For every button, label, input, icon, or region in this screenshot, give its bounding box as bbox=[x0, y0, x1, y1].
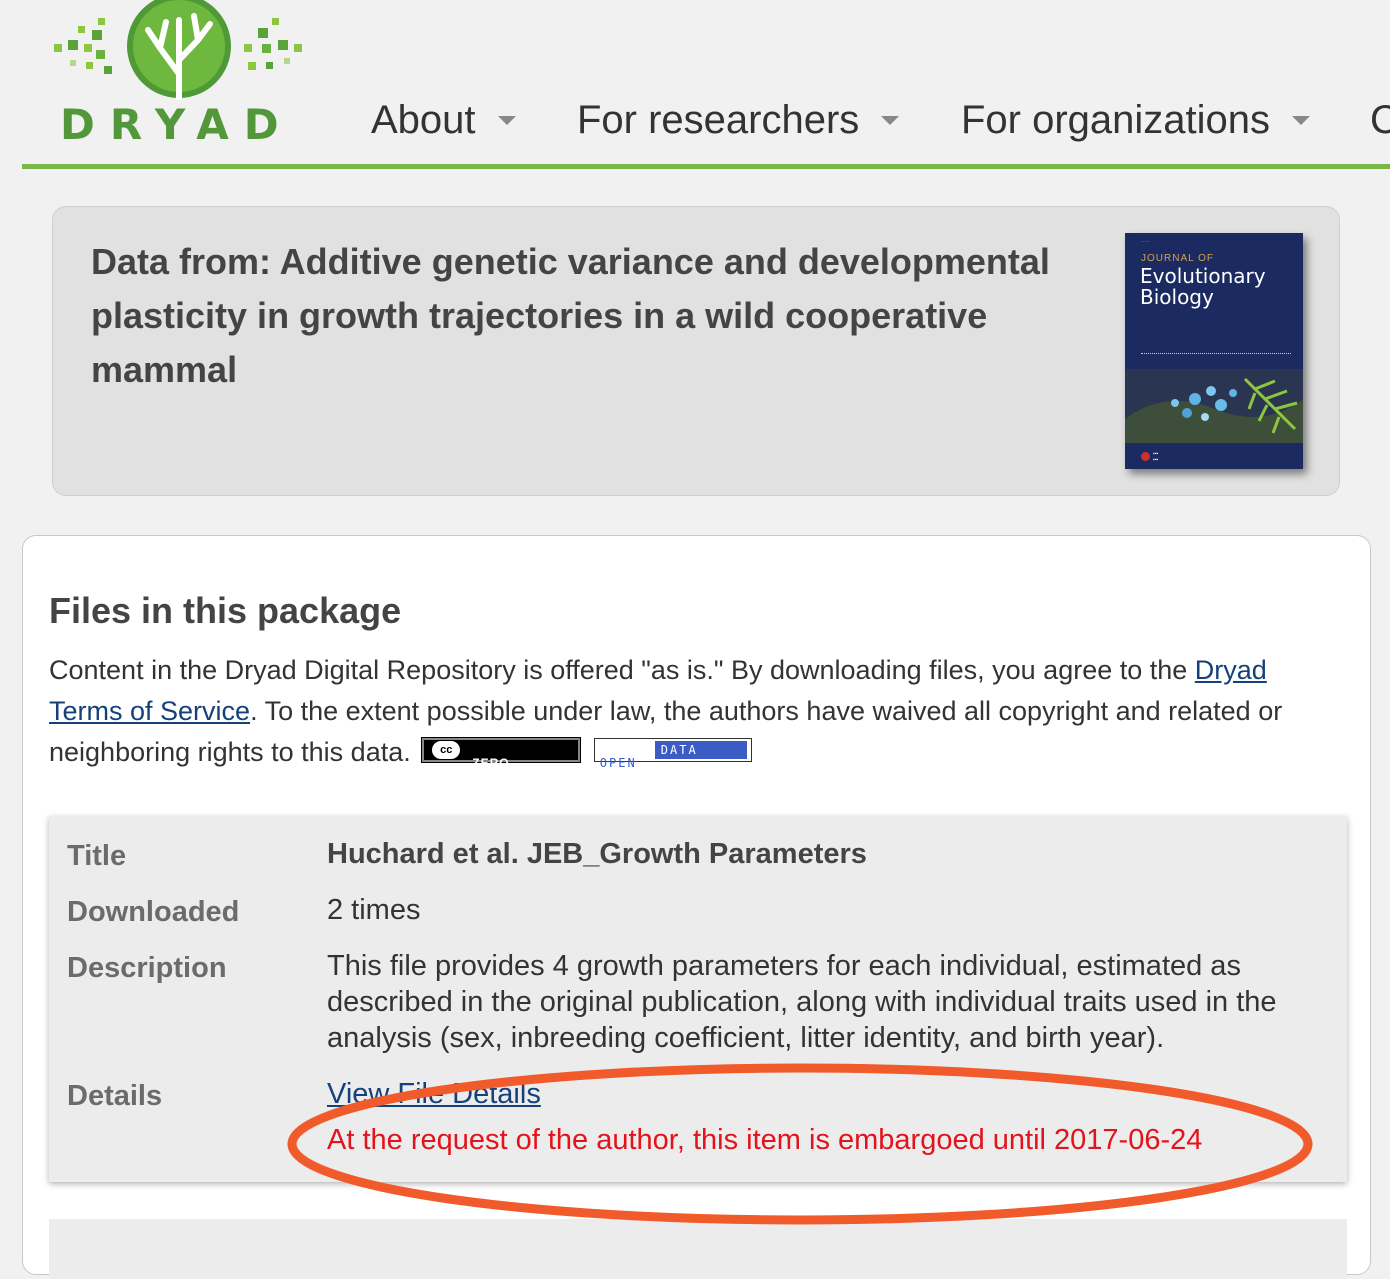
file-record: Title Huchard et al. JEB_Growth Paramete… bbox=[49, 816, 1347, 1182]
files-heading: Files in this package bbox=[49, 590, 402, 631]
cc-zero-badge[interactable]: cc ZERO bbox=[421, 736, 582, 770]
files-panel: Files in this package Content in the Dry… bbox=[22, 535, 1371, 1279]
nav-for-organizations[interactable]: For organizations bbox=[961, 98, 1311, 143]
embargo-notice: At the request of the author, this item … bbox=[327, 1124, 1203, 1156]
dryad-logo[interactable]: DRYAD bbox=[48, 0, 310, 152]
file-description: This file provides 4 growth parameters f… bbox=[327, 950, 1277, 1054]
cover-artwork bbox=[1125, 369, 1303, 443]
tree-icon bbox=[54, 0, 302, 101]
cover-journal-of: JOURNAL OF bbox=[1141, 253, 1214, 264]
dataset-title: Data from: Additive genetic variance and… bbox=[91, 241, 1050, 390]
publisher-logo-icon bbox=[1141, 452, 1150, 461]
next-file-record bbox=[49, 1219, 1347, 1279]
header-divider bbox=[22, 164, 1390, 169]
open-data-data-label: DATA bbox=[654, 740, 747, 759]
details-label: Details bbox=[67, 1080, 163, 1112]
nav-item-cut-off[interactable]: C bbox=[1370, 98, 1390, 143]
view-file-details-container: View File Details bbox=[327, 1076, 1327, 1112]
open-data-badge[interactable]: OPEN DATA bbox=[593, 737, 752, 770]
files-intro-text-1: Content in the Dryad Digital Repository … bbox=[49, 655, 1195, 685]
downloaded-label: Downloaded bbox=[67, 896, 240, 928]
files-intro: Content in the Dryad Digital Repository … bbox=[49, 650, 1299, 773]
cover-issn: ····· bbox=[1141, 239, 1150, 245]
cover-volume-line bbox=[1141, 353, 1291, 354]
dataset-title-panel: Data from: Additive genetic variance and… bbox=[52, 206, 1340, 496]
chevron-down-icon bbox=[881, 115, 900, 125]
description-label: Description bbox=[67, 952, 227, 984]
nav-about-label: About bbox=[371, 98, 476, 142]
cc-icon: cc bbox=[432, 740, 461, 759]
logo-wordmark: DRYAD bbox=[60, 100, 294, 149]
title-label: Title bbox=[67, 840, 127, 872]
nav-for-researchers[interactable]: For researchers bbox=[577, 98, 900, 143]
nav-for-organizations-label: For organizations bbox=[961, 98, 1271, 142]
nav-about[interactable]: About bbox=[371, 98, 516, 143]
cover-publisher: ▪▪▪ ▪▪▪ bbox=[1153, 451, 1159, 463]
nav-item-cut-off-label: C bbox=[1370, 98, 1390, 142]
open-data-open-label: OPEN bbox=[599, 755, 637, 770]
chevron-down-icon bbox=[1292, 115, 1311, 125]
journal-cover-image[interactable]: ····· JOURNAL OF Evolutionary Biology ▪▪… bbox=[1125, 233, 1303, 469]
view-file-details-link[interactable]: View File Details bbox=[327, 1078, 541, 1110]
cc-zero-label: ZERO bbox=[472, 755, 510, 770]
chevron-down-icon bbox=[497, 115, 516, 125]
nav-for-researchers-label: For researchers bbox=[577, 98, 860, 142]
file-title: Huchard et al. JEB_Growth Parameters bbox=[327, 838, 867, 870]
cover-journal-name: Evolutionary Biology bbox=[1140, 264, 1266, 309]
site-header: DRYAD About For researchers For organiza… bbox=[0, 0, 1390, 170]
download-count: 2 times bbox=[327, 894, 421, 926]
